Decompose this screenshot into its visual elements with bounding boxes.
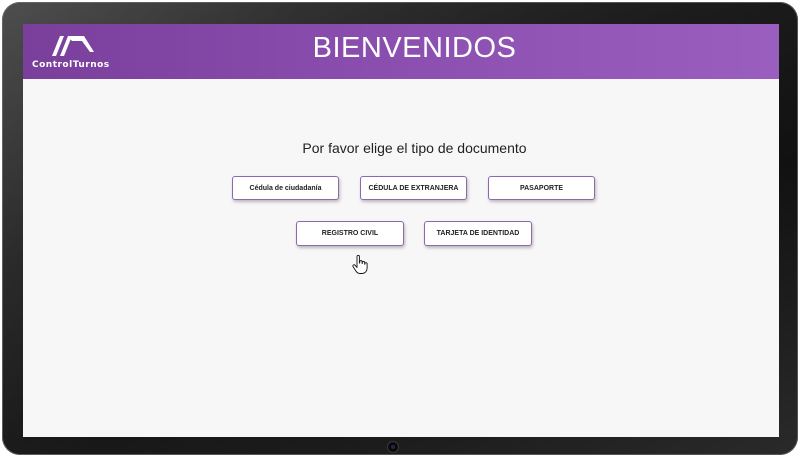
kiosk-screen: ControlTurnos BIENVENIDOS Por favor elig… xyxy=(23,24,779,437)
tarjeta-identidad-button[interactable]: TARJETA DE IDENTIDAD xyxy=(424,221,532,246)
header-bar: ControlTurnos BIENVENIDOS xyxy=(23,24,779,79)
pasaporte-button[interactable]: PASAPORTE xyxy=(488,176,595,200)
cedula-ciudadania-button[interactable]: Cédula de ciudadanía xyxy=(232,176,339,200)
page-title: BIENVENIDOS xyxy=(312,32,517,64)
cedula-extranjera-button[interactable]: CÉDULA DE EXTRANJERA xyxy=(360,176,467,200)
registro-civil-button[interactable]: REGISTRO CIVIL xyxy=(296,221,404,246)
webcam-icon xyxy=(387,441,399,453)
monitor-frame: ControlTurnos BIENVENIDOS Por favor elig… xyxy=(2,2,798,455)
document-type-prompt: Por favor elige el tipo de documento xyxy=(302,140,527,156)
hand-pointer-icon xyxy=(352,254,368,275)
